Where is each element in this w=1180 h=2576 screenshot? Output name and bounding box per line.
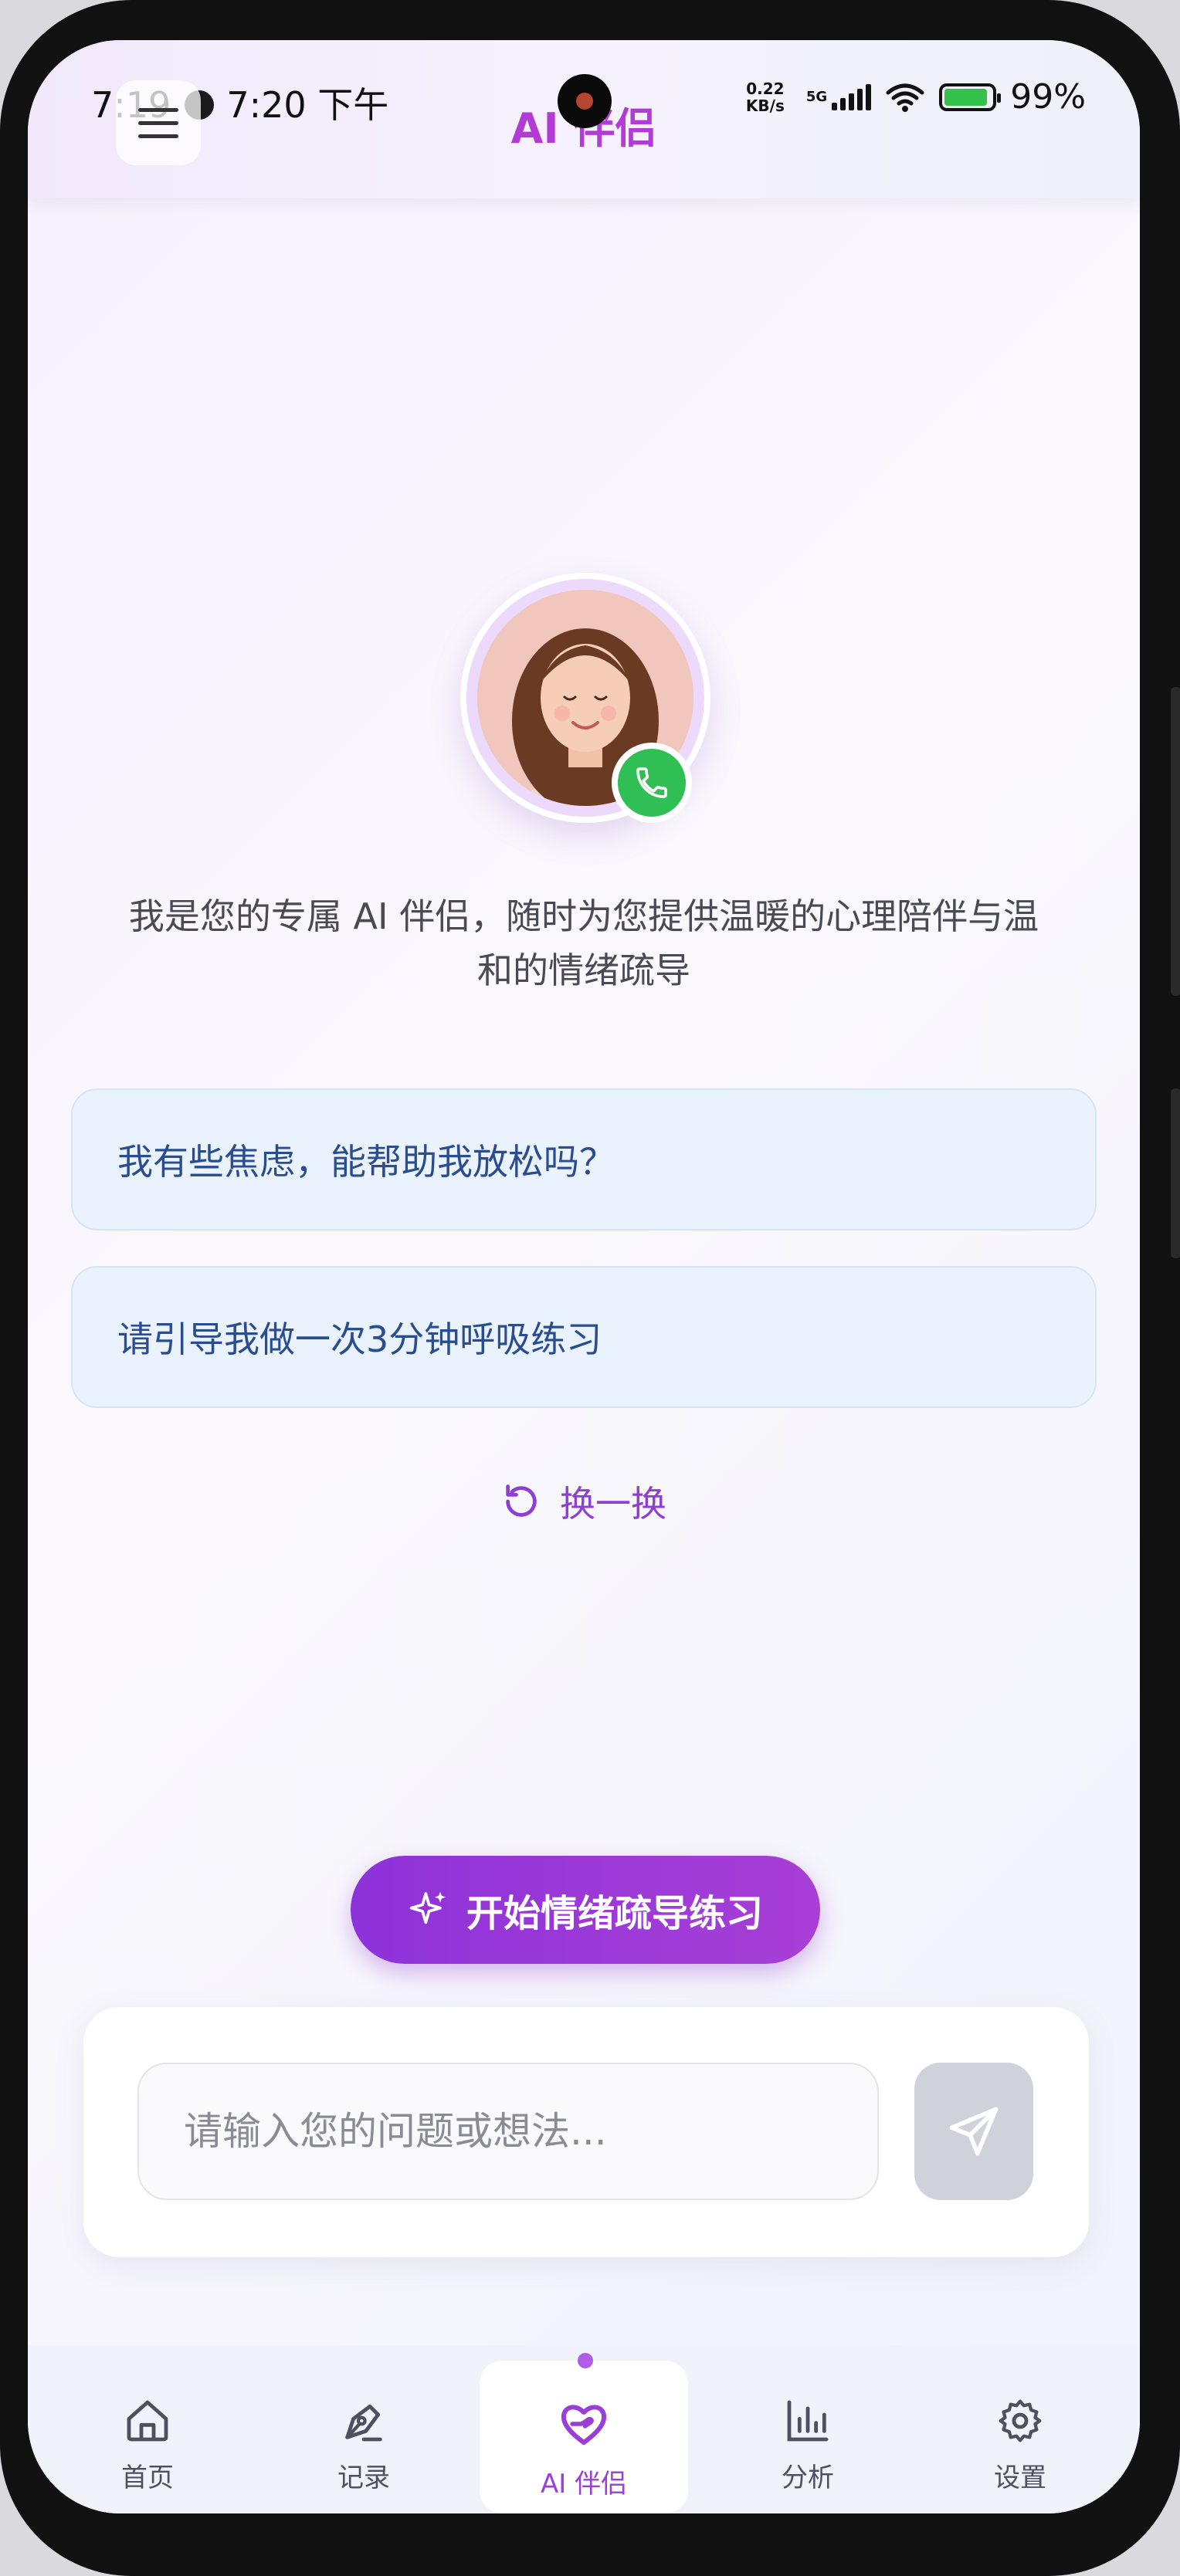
battery-icon (939, 83, 1002, 111)
power-button (1171, 1088, 1180, 1258)
suggestion-label: 我有些焦虑，能帮助我放松吗？ (117, 1141, 615, 1183)
call-button[interactable] (612, 743, 692, 823)
header: 7:197:20 下午 AI 伴侣 0.22 KB/s 5G (28, 40, 1140, 198)
phone-icon (636, 767, 667, 798)
net-speed: 0.22 KB/s (738, 80, 792, 114)
tab-home[interactable]: 首页 (43, 2345, 252, 2513)
battery-level: 99% (1010, 77, 1086, 117)
tab-label: 分析 (782, 2463, 834, 2493)
gear-icon (999, 2399, 1042, 2442)
start-exercise-label: 开始情绪疏导练习 (466, 1892, 763, 1935)
tab-settings[interactable]: 设置 (916, 2345, 1124, 2513)
refresh-label: 换一换 (560, 1483, 666, 1525)
sparkle-icon (409, 1891, 446, 1924)
companion-intro: 我是您的专属 AI 伴侣，随时为您提供温暖的心理陪伴与温和的情绪疏导 (128, 895, 1039, 991)
refresh-suggestions-button[interactable]: 换一换 (28, 1476, 1140, 1527)
send-button[interactable] (914, 2063, 1033, 2200)
tab-analysis[interactable]: 分析 (704, 2345, 912, 2513)
signal-icon (832, 83, 872, 110)
start-exercise-button[interactable]: 开始情绪疏导练习 (351, 1856, 820, 1964)
tab-label: 首页 (121, 2463, 174, 2493)
home-icon (127, 2400, 168, 2442)
phone-frame: 7:197:20 下午 AI 伴侣 0.22 KB/s 5G (0, 0, 1180, 2576)
tab-ai-companion[interactable]: AI 伴侣 (480, 2361, 688, 2513)
refresh-icon (506, 1484, 537, 1517)
status-icons: 0.22 KB/s 5G 99% (738, 77, 1086, 117)
suggestion-chip[interactable]: 我有些焦虑，能帮助我放松吗？ (71, 1088, 1097, 1230)
front-camera (558, 74, 612, 128)
bottom-tab-bar: 首页 记录 AI 伴侣 分析 设置 (28, 2345, 1140, 2513)
suggestion-chip[interactable]: 请引导我做一次3分钟呼吸练习 (71, 1266, 1097, 1408)
tab-label: AI 伴侣 (540, 2469, 628, 2500)
heart-hand-icon (561, 2405, 607, 2445)
send-icon (949, 2107, 999, 2156)
volume-button (1171, 687, 1180, 996)
message-input[interactable] (137, 2063, 879, 2200)
wifi-icon (886, 83, 924, 112)
suggestion-label: 请引导我做一次3分钟呼吸练习 (117, 1318, 602, 1360)
tab-label: 设置 (994, 2463, 1046, 2493)
message-composer (83, 2007, 1089, 2257)
pen-icon (345, 2404, 382, 2442)
tab-record[interactable]: 记录 (259, 2345, 468, 2513)
tab-label: 记录 (337, 2463, 390, 2493)
active-tab-indicator (578, 2353, 593, 2368)
net-speed-text: 0.22 KB/s (745, 79, 785, 115)
screen: 7:197:20 下午 AI 伴侣 0.22 KB/s 5G (28, 40, 1140, 2513)
network-type: 5G (805, 89, 828, 105)
bar-chart-icon (787, 2400, 829, 2442)
